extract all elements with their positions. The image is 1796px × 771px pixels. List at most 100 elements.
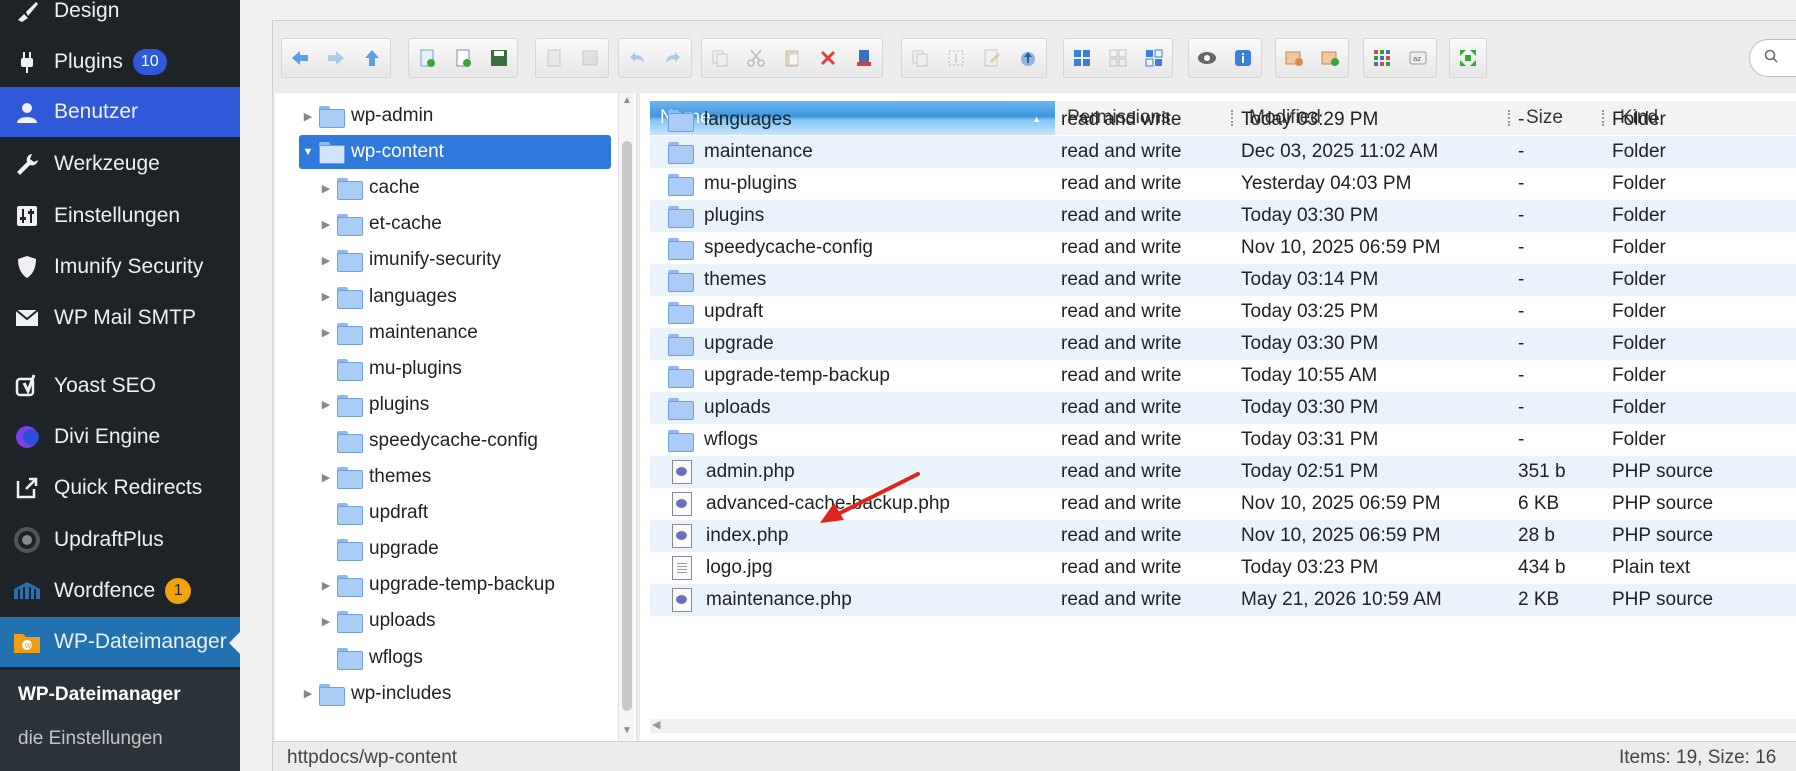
tree-item-themes[interactable]: ▶ themes (317, 460, 431, 494)
scroll-left-icon[interactable]: ◀ (652, 718, 660, 731)
collapse-arrow-icon[interactable]: ▼ (299, 146, 317, 158)
menu-quick-redirects[interactable]: Quick Redirects (0, 463, 240, 513)
open-button[interactable] (536, 39, 572, 77)
parent-folder-button[interactable] (354, 39, 390, 77)
menu-einstellungen[interactable]: Einstellungen (0, 191, 240, 241)
delete-button[interactable] (810, 39, 846, 77)
menu-plugins[interactable]: Plugins 10 (0, 37, 240, 87)
file-modified: Today 03:23 PM (1241, 552, 1378, 584)
extract-button[interactable] (1276, 39, 1312, 77)
save-button[interactable] (481, 39, 517, 77)
menu-wordfence[interactable]: Wordfence 1 (0, 566, 240, 616)
file-row-languages[interactable]: languages read and write Today 03:29 PM - Fo… (650, 104, 1796, 136)
tree-item-imunify-security[interactable]: ▶ imunify-security (317, 243, 501, 277)
file-modified-text: Today 02:51 PM (1241, 461, 1379, 482)
scroll-down-icon[interactable]: ▼ (622, 725, 632, 736)
back-button[interactable] (282, 39, 318, 77)
tree-item-speedycache-config[interactable]: speedycache-config (317, 424, 538, 458)
upload-button[interactable] (1010, 39, 1046, 77)
duplicate-button[interactable] (902, 39, 938, 77)
info-button[interactable] (1225, 39, 1261, 77)
scroll-up-icon[interactable]: ▲ (622, 95, 632, 106)
file-row-updraft[interactable]: updraft read and write Today 03:25 PM - Fold… (650, 296, 1796, 328)
rename-button[interactable] (938, 39, 974, 77)
expand-arrow-icon[interactable]: ▶ (317, 218, 335, 231)
menu-updraftplus[interactable]: UpdraftPlus (0, 515, 240, 565)
expand-arrow-icon[interactable]: ▶ (317, 398, 335, 411)
copy-button[interactable] (702, 39, 738, 77)
tree-item-maintenance[interactable]: ▶ maintenance (317, 316, 478, 350)
download-button[interactable] (572, 39, 608, 77)
tree-item-wp-content[interactable]: ▼ wp-content (299, 135, 611, 170)
file-row-logo.jpg[interactable]: logo.jpg read and write Today 03:23 PM 434 … (650, 552, 1796, 584)
search-field[interactable] (1749, 39, 1796, 77)
redo-button[interactable] (655, 39, 691, 77)
menu-yoast-seo[interactable]: Yoast SEO (0, 361, 240, 411)
tree-item-wp-includes[interactable]: ▶ wp-includes (299, 677, 451, 711)
menu-design[interactable]: Design (0, 0, 240, 36)
tree-item-mu-plugins[interactable]: mu-plugins (317, 352, 462, 386)
submenu-current-item[interactable]: WP-Dateimanager (18, 684, 181, 706)
tree-item-upgrade-temp-backup[interactable]: ▶ upgrade-temp-backup (317, 568, 555, 602)
tree-item-wflogs[interactable]: wflogs (317, 641, 423, 675)
tree-item-et-cache[interactable]: ▶ et-cache (317, 207, 442, 241)
menu-wp-mail-smtp[interactable]: WP Mail SMTP (0, 293, 240, 343)
file-row-upgrade[interactable]: upgrade read and write Today 03:30 PM - Fold… (650, 328, 1796, 360)
fullscreen-button[interactable] (1450, 39, 1486, 77)
expand-arrow-icon[interactable]: ▶ (317, 579, 335, 592)
expand-arrow-icon[interactable]: ▶ (317, 471, 335, 484)
new-file-button[interactable] (445, 39, 481, 77)
new-file-icon (453, 48, 473, 68)
expand-arrow-icon[interactable]: ▶ (317, 290, 335, 303)
wrench-icon (12, 149, 42, 179)
sort-view-button[interactable] (1136, 39, 1172, 77)
file-row-uploads[interactable]: uploads read and write Today 03:30 PM - Fold… (650, 392, 1796, 424)
tree-item-upgrade[interactable]: upgrade (317, 532, 439, 566)
file-row-maintenance[interactable]: maintenance read and write Dec 03, 2025 11… (650, 136, 1796, 168)
expand-arrow-icon[interactable]: ▶ (317, 182, 335, 195)
submenu-settings-link[interactable]: die Einstellungen (18, 728, 163, 750)
create-archive-button[interactable] (1312, 39, 1348, 77)
tree-item-languages[interactable]: ▶ languages (317, 280, 457, 314)
empty-trash-button[interactable] (846, 39, 882, 77)
file-row-themes[interactable]: themes read and write Today 03:14 PM - Folde… (650, 264, 1796, 296)
expand-arrow-icon[interactable]: ▶ (317, 615, 335, 628)
file-row-speedycache-config[interactable]: speedycache-config read and write Nov 10, … (650, 232, 1796, 264)
forward-button[interactable] (318, 39, 354, 77)
file-row-plugins[interactable]: plugins read and write Today 03:30 PM - Fold… (650, 200, 1796, 232)
tree-item-wp-admin[interactable]: ▶ wp-admin (299, 99, 433, 133)
sort-button[interactable]: az (1400, 39, 1436, 77)
file-row-mu-plugins[interactable]: mu-plugins read and write Yesterday 04:03 … (650, 168, 1796, 200)
tree-item-cache[interactable]: ▶ cache (317, 171, 420, 205)
file-size: 28 b (1518, 520, 1555, 552)
expand-arrow-icon[interactable]: ▶ (299, 110, 317, 123)
menu-werkzeuge[interactable]: Werkzeuge (0, 139, 240, 189)
list-horizontal-scrollbar[interactable]: ◀ (650, 719, 1796, 733)
list-view-button[interactable] (1100, 39, 1136, 77)
icons-view-button[interactable] (1064, 39, 1100, 77)
menu-imunify-security[interactable]: Imunify Security (0, 242, 240, 292)
tree-scroll-thumb[interactable] (622, 141, 632, 711)
file-kind: Folder (1612, 136, 1666, 168)
undo-button[interactable] (619, 39, 655, 77)
tree-scrollbar[interactable]: ▲ ▼ (618, 93, 634, 741)
expand-arrow-icon[interactable]: ▶ (299, 687, 317, 700)
menu-label: Werkzeuge (54, 152, 160, 175)
new-folder-button[interactable] (409, 39, 445, 77)
file-row-upgrade-temp-backup[interactable]: upgrade-temp-backup read and write Today 1… (650, 360, 1796, 392)
tree-item-updraft[interactable]: updraft (317, 496, 428, 530)
tree-item-uploads[interactable]: ▶ uploads (317, 604, 436, 638)
paste-button[interactable] (774, 39, 810, 77)
tree-item-plugins[interactable]: ▶ plugins (317, 388, 429, 422)
select-all-button[interactable] (1364, 39, 1400, 77)
menu-divi-engine[interactable]: Divi Engine (0, 412, 240, 462)
menu-benutzer[interactable]: Benutzer (0, 87, 240, 137)
menu-wp-dateimanager[interactable]: W WP-Dateimanager (0, 617, 240, 667)
edit-button[interactable] (974, 39, 1010, 77)
expand-arrow-icon[interactable]: ▶ (317, 254, 335, 267)
preview-button[interactable] (1189, 39, 1225, 77)
expand-arrow-icon[interactable]: ▶ (317, 326, 335, 339)
cut-button[interactable] (738, 39, 774, 77)
file-row-wflogs[interactable]: wflogs read and write Today 03:31 PM - Folde… (650, 424, 1796, 456)
file-row-maintenance.php[interactable]: maintenance.php read and write May 21, 202… (650, 584, 1796, 616)
